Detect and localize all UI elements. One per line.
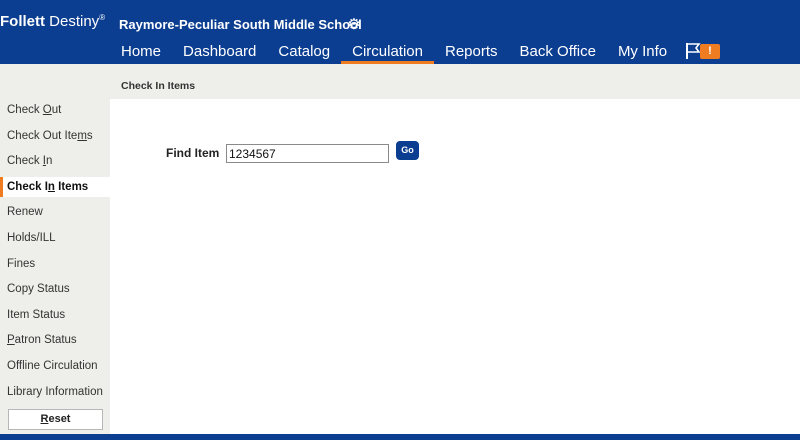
school-name: Raymore-Peculiar South Middle School [119, 17, 362, 32]
bottom-bar [0, 434, 800, 440]
go-button[interactable]: Go [396, 141, 419, 160]
sidebar-item-copy-status[interactable]: Copy Status [0, 279, 110, 299]
nav-dashboard[interactable]: Dashboard [172, 39, 267, 64]
nav-my-info[interactable]: My Info [607, 39, 678, 64]
brand-logo[interactable]: Follett Destiny® [0, 13, 105, 30]
sidebar-item-offline-circulation[interactable]: Offline Circulation [0, 356, 110, 376]
alerts-button[interactable]: ! [684, 41, 722, 61]
sidebar-item-fines[interactable]: Fines [0, 254, 110, 274]
main-nav: Home Dashboard Catalog Circulation Repor… [110, 39, 678, 64]
alert-badge: ! [700, 44, 720, 59]
brand-registered-mark: ® [99, 13, 106, 22]
nav-reports[interactable]: Reports [434, 39, 509, 64]
sidebar: Check Out Check Out Items Check In Check… [0, 64, 110, 434]
nav-home[interactable]: Home [110, 39, 172, 64]
sidebar-item-holds-ill[interactable]: Holds/ILL [0, 228, 110, 248]
sidebar-item-library-information[interactable]: Library Information [0, 382, 110, 402]
nav-circulation[interactable]: Circulation [341, 39, 434, 64]
find-item-input[interactable] [226, 144, 389, 163]
find-item-label: Find Item [166, 146, 220, 160]
gear-icon[interactable]: ⚙ [346, 17, 362, 33]
sidebar-item-check-in-items[interactable]: Check In Items [0, 177, 110, 197]
brand-name-light: Destiny [45, 13, 100, 30]
sidebar-item-patron-status[interactable]: Patron Status [0, 330, 110, 350]
brand-name-bold: Follett [0, 13, 45, 30]
sidebar-item-renew[interactable]: Renew [0, 202, 110, 222]
sidebar-item-item-status[interactable]: Item Status [0, 305, 110, 325]
breadcrumb: Check In Items [110, 64, 800, 99]
sidebar-item-check-out-items[interactable]: Check Out Items [0, 126, 110, 146]
reset-button[interactable]: Reset [8, 409, 103, 430]
nav-back-office[interactable]: Back Office [509, 39, 607, 64]
nav-catalog[interactable]: Catalog [267, 39, 341, 64]
top-header: Follett Destiny® Raymore-Peculiar South … [0, 0, 800, 64]
sidebar-item-check-in[interactable]: Check In [0, 151, 110, 171]
sidebar-item-check-out[interactable]: Check Out [0, 100, 110, 120]
